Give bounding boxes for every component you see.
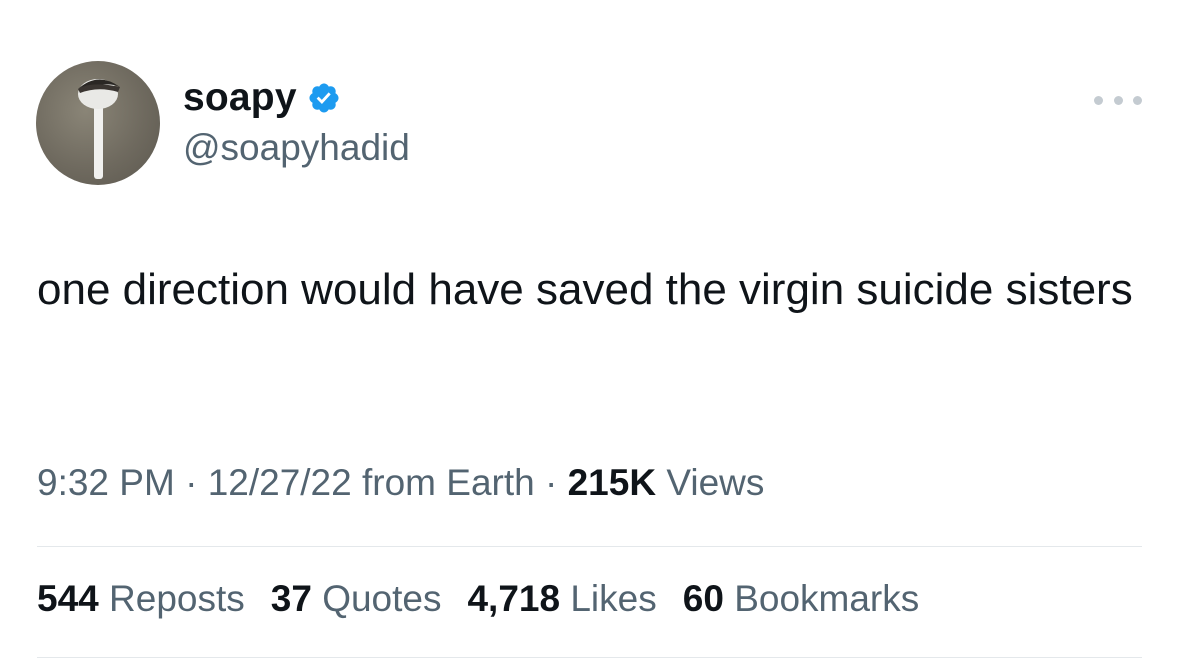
divider [37, 657, 1142, 658]
bookmarks-count: 60 [682, 578, 724, 619]
views-count: 215K [567, 462, 657, 503]
quotes-stat[interactable]: 37 Quotes [271, 578, 442, 620]
reposts-label: Reposts [109, 578, 245, 619]
meta-separator: · [545, 462, 558, 503]
bookmarks-label: Bookmarks [734, 578, 920, 619]
tweet-stats: 544 Reposts 37 Quotes 4,718 Likes 60 Boo… [37, 578, 945, 620]
divider [37, 546, 1142, 547]
tweet-card: soapy @soapyhadid one direction would ha… [0, 0, 1178, 663]
likes-label: Likes [570, 578, 657, 619]
bookmarks-stat[interactable]: 60 Bookmarks [683, 578, 920, 620]
quotes-count: 37 [270, 578, 312, 619]
quotes-label: Quotes [322, 578, 442, 619]
author-handle[interactable]: @soapyhadid [183, 127, 410, 169]
avatar[interactable] [36, 61, 160, 185]
verified-badge-icon [307, 81, 341, 115]
likes-stat[interactable]: 4,718 Likes [467, 578, 656, 620]
likes-count: 4,718 [467, 578, 561, 619]
tweet-text: one direction would have saved the virgi… [37, 265, 1133, 314]
reposts-count: 544 [37, 578, 99, 619]
tweet-source: from Earth [362, 462, 535, 503]
reposts-stat[interactable]: 544 Reposts [37, 578, 245, 620]
avatar-image [78, 79, 120, 179]
author-name-row: soapy [183, 73, 341, 123]
author-display-name[interactable]: soapy [183, 76, 297, 120]
meta-separator: · [185, 462, 198, 503]
more-options-icon[interactable] [1094, 88, 1142, 112]
tweet-date[interactable]: 12/27/22 [208, 462, 352, 503]
tweet-time[interactable]: 9:32 PM [37, 462, 175, 503]
tweet-meta: 9:32 PM · 12/27/22 from Earth · 215K Vie… [37, 462, 764, 504]
views-label: Views [666, 462, 765, 503]
